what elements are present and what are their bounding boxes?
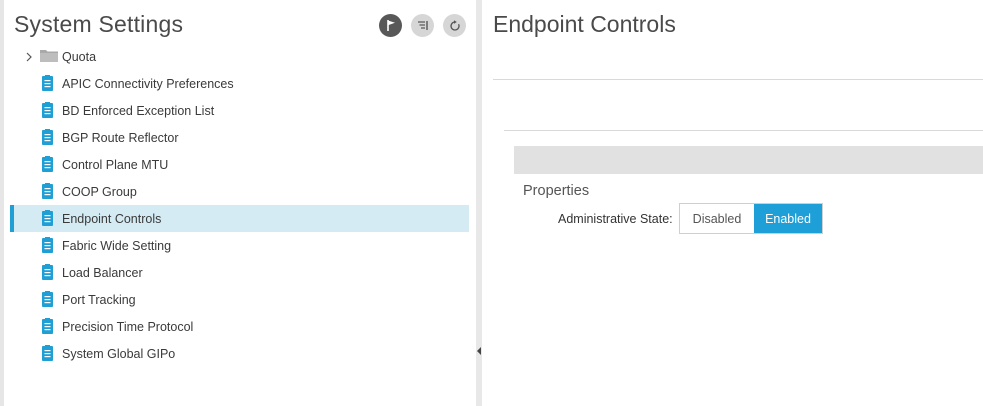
disabled-option-button[interactable]: Disabled [680,204,754,233]
panel-title: System Settings [14,11,184,37]
tree-folder-quota[interactable]: Quota [14,43,469,70]
tree-item-precision-time-protocol[interactable]: Precision Time Protocol [14,313,469,340]
refresh-icon [449,19,461,32]
admin-state-toggle: Disabled Enabled [679,203,823,234]
tree-item-label: Endpoint Controls [62,212,162,226]
detail-panel: Endpoint Controls Properties Administrat… [482,0,983,406]
tree-item-label: Precision Time Protocol [62,320,194,334]
policy-icon [42,345,53,364]
policy-icon [42,129,53,148]
tree-item-coop-group[interactable]: COOP Group [14,178,469,205]
flag-icon [385,19,397,32]
policy-icon [42,183,53,202]
divider [493,79,983,80]
tree-item-bgp-route-reflector[interactable]: BGP Route Reflector [14,124,469,151]
collapse-arrow-icon[interactable] [477,347,481,355]
policy-icon [42,237,53,256]
actions-button[interactable] [379,14,402,37]
tree-item-label: System Global GIPo [62,347,176,361]
properties-heading: Properties [523,183,590,199]
policy-icon [42,291,53,310]
tree-item-endpoint-controls[interactable]: Endpoint Controls [10,205,469,232]
tree-item-label: Fabric Wide Setting [62,239,172,253]
tree-item-label: BGP Route Reflector [62,131,179,145]
policy-icon [42,156,53,175]
tree-item-label: Load Balancer [62,266,143,280]
tree-item-system-global-gipo[interactable]: System Global GIPo [14,340,469,367]
tree-item-label: BD Enforced Exception List [62,104,215,118]
tree-item-label: COOP Group [62,185,137,199]
section-header-bar [514,146,983,174]
refresh-button[interactable] [443,14,466,37]
app-window: System Settings Quota APIC Connectivity … [0,0,983,406]
tree-item-control-plane-mtu[interactable]: Control Plane MTU [14,151,469,178]
policy-icon [42,264,53,283]
tree-item-bd-enforced-exception-list[interactable]: BD Enforced Exception List [14,97,469,124]
folder-icon [40,49,58,65]
policy-icon [42,318,53,337]
filter-button[interactable] [411,14,434,37]
tree-item-label: Port Tracking [62,293,136,307]
settings-tree: Quota APIC Connectivity Preferences BD E… [10,43,469,367]
enabled-option-button[interactable]: Enabled [754,204,822,233]
chevron-right-icon[interactable] [26,51,32,65]
filter-icon [417,20,429,31]
tree-item-label: APIC Connectivity Preferences [62,77,234,91]
policy-icon [42,210,53,229]
tree-item-port-tracking[interactable]: Port Tracking [14,286,469,313]
policy-icon [42,102,53,121]
policy-icon [42,75,53,94]
tree-item-fabric-wide-setting[interactable]: Fabric Wide Setting [14,232,469,259]
divider [504,130,983,131]
tree-item-label: Control Plane MTU [62,158,169,172]
navigation-panel: System Settings Quota APIC Connectivity … [4,0,476,406]
tree-item-apic-connectivity-preferences[interactable]: APIC Connectivity Preferences [14,70,469,97]
admin-state-label: Administrative State: [558,212,673,226]
tree-item-load-balancer[interactable]: Load Balancer [14,259,469,286]
detail-title: Endpoint Controls [493,11,676,37]
tree-item-label: Quota [62,50,97,64]
